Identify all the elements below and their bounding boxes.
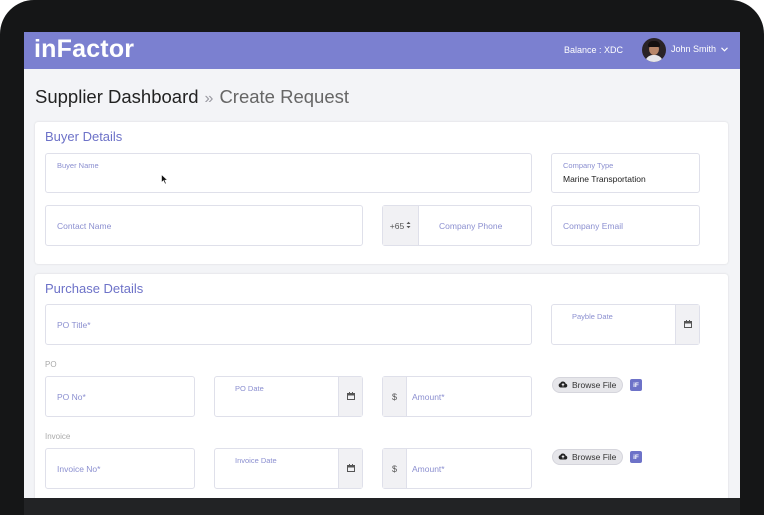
invoice-no-placeholder: Invoice No* (57, 464, 101, 474)
po-section-label: PO (45, 360, 57, 369)
cloud-upload-icon (558, 380, 568, 390)
payble-date-field[interactable]: Payble Date (551, 304, 700, 345)
invoice-amount-field[interactable]: $ Amount* (382, 448, 532, 489)
invoice-amount-placeholder: Amount* (412, 464, 445, 474)
buyer-details-card: Buyer Details Buyer Name Company Type Ma… (35, 122, 728, 264)
phone-code-select[interactable]: +65 (383, 206, 419, 245)
purchase-details-card: Purchase Details PO Title* Payble Date P… (35, 274, 728, 498)
calendar-icon (346, 391, 355, 402)
top-navbar: inFactor Balance : XDC John Smith (24, 32, 740, 69)
po-amount-field[interactable]: $ Amount* (382, 376, 532, 417)
calendar-icon (683, 319, 692, 330)
invoice-no-field[interactable]: Invoice No* (45, 448, 195, 489)
po-browse-file-button[interactable]: Browse File (552, 377, 624, 393)
purchase-details-title: Purchase Details (45, 281, 144, 296)
user-menu[interactable]: John Smith (671, 44, 728, 54)
po-date-field[interactable]: PO Date (214, 376, 363, 417)
buyer-details-title: Buyer Details (45, 129, 123, 144)
browse-file-label: Browse File (572, 380, 617, 390)
laptop-chin (24, 498, 740, 515)
mouse-pointer-icon (161, 172, 169, 190)
company-type-field[interactable]: Company Type Marine Transportation (551, 153, 700, 193)
buyer-name-placeholder: Buyer Name (57, 161, 99, 170)
po-title-field[interactable]: PO Title* (45, 304, 532, 345)
currency-addon: $ (383, 377, 407, 416)
if-badge-icon: iF (630, 451, 642, 463)
po-title-placeholder: PO Title* (57, 320, 91, 330)
po-no-field[interactable]: PO No* (45, 376, 195, 417)
invoice-date-calendar-button[interactable] (338, 449, 362, 488)
contact-name-placeholder: Contact Name (57, 221, 112, 231)
app-logo[interactable]: inFactor (34, 35, 134, 64)
if-badge-icon: iF (630, 379, 642, 391)
invoice-date-label: Invoice Date (235, 456, 277, 465)
po-date-label: PO Date (235, 384, 264, 393)
invoice-browse-file-button[interactable]: Browse File (552, 449, 624, 465)
avatar[interactable] (642, 38, 666, 62)
breadcrumb-root[interactable]: Supplier Dashboard (35, 86, 199, 107)
app-screen: inFactor Balance : XDC John Smith Suppli… (24, 32, 740, 498)
buyer-name-field[interactable]: Buyer Name (45, 153, 532, 193)
po-no-placeholder: PO No* (57, 392, 86, 402)
browse-file-label: Browse File (572, 452, 617, 462)
phone-code-value: +65 (389, 220, 405, 231)
contact-name-field[interactable]: Contact Name (45, 205, 363, 246)
breadcrumb-current: Create Request (219, 86, 350, 107)
chevron-down-icon (720, 45, 728, 54)
company-type-value: Marine Transportation (563, 174, 646, 184)
company-type-label: Company Type (563, 161, 614, 170)
currency-addon: $ (383, 449, 407, 488)
invoice-section-label: Invoice (45, 432, 71, 441)
cloud-upload-icon (558, 452, 568, 462)
breadcrumb-separator: » (204, 90, 214, 107)
payble-date-label: Payble Date (572, 312, 613, 321)
user-name: John Smith (671, 44, 717, 54)
company-phone-placeholder: Company Phone (439, 221, 503, 231)
company-phone-field[interactable]: +65 Company Phone (382, 205, 532, 246)
po-date-calendar-button[interactable] (338, 377, 362, 416)
company-email-placeholder: Company Email (563, 221, 623, 231)
po-amount-placeholder: Amount* (412, 392, 445, 402)
breadcrumb: Supplier Dashboard » Create Request (35, 86, 349, 108)
company-email-field[interactable]: Company Email (551, 205, 700, 246)
payble-date-calendar-button[interactable] (675, 305, 699, 344)
sort-arrows-icon (406, 221, 411, 231)
invoice-date-field[interactable]: Invoice Date (214, 448, 363, 489)
calendar-icon (346, 463, 355, 474)
balance-indicator: Balance : XDC (564, 45, 624, 55)
